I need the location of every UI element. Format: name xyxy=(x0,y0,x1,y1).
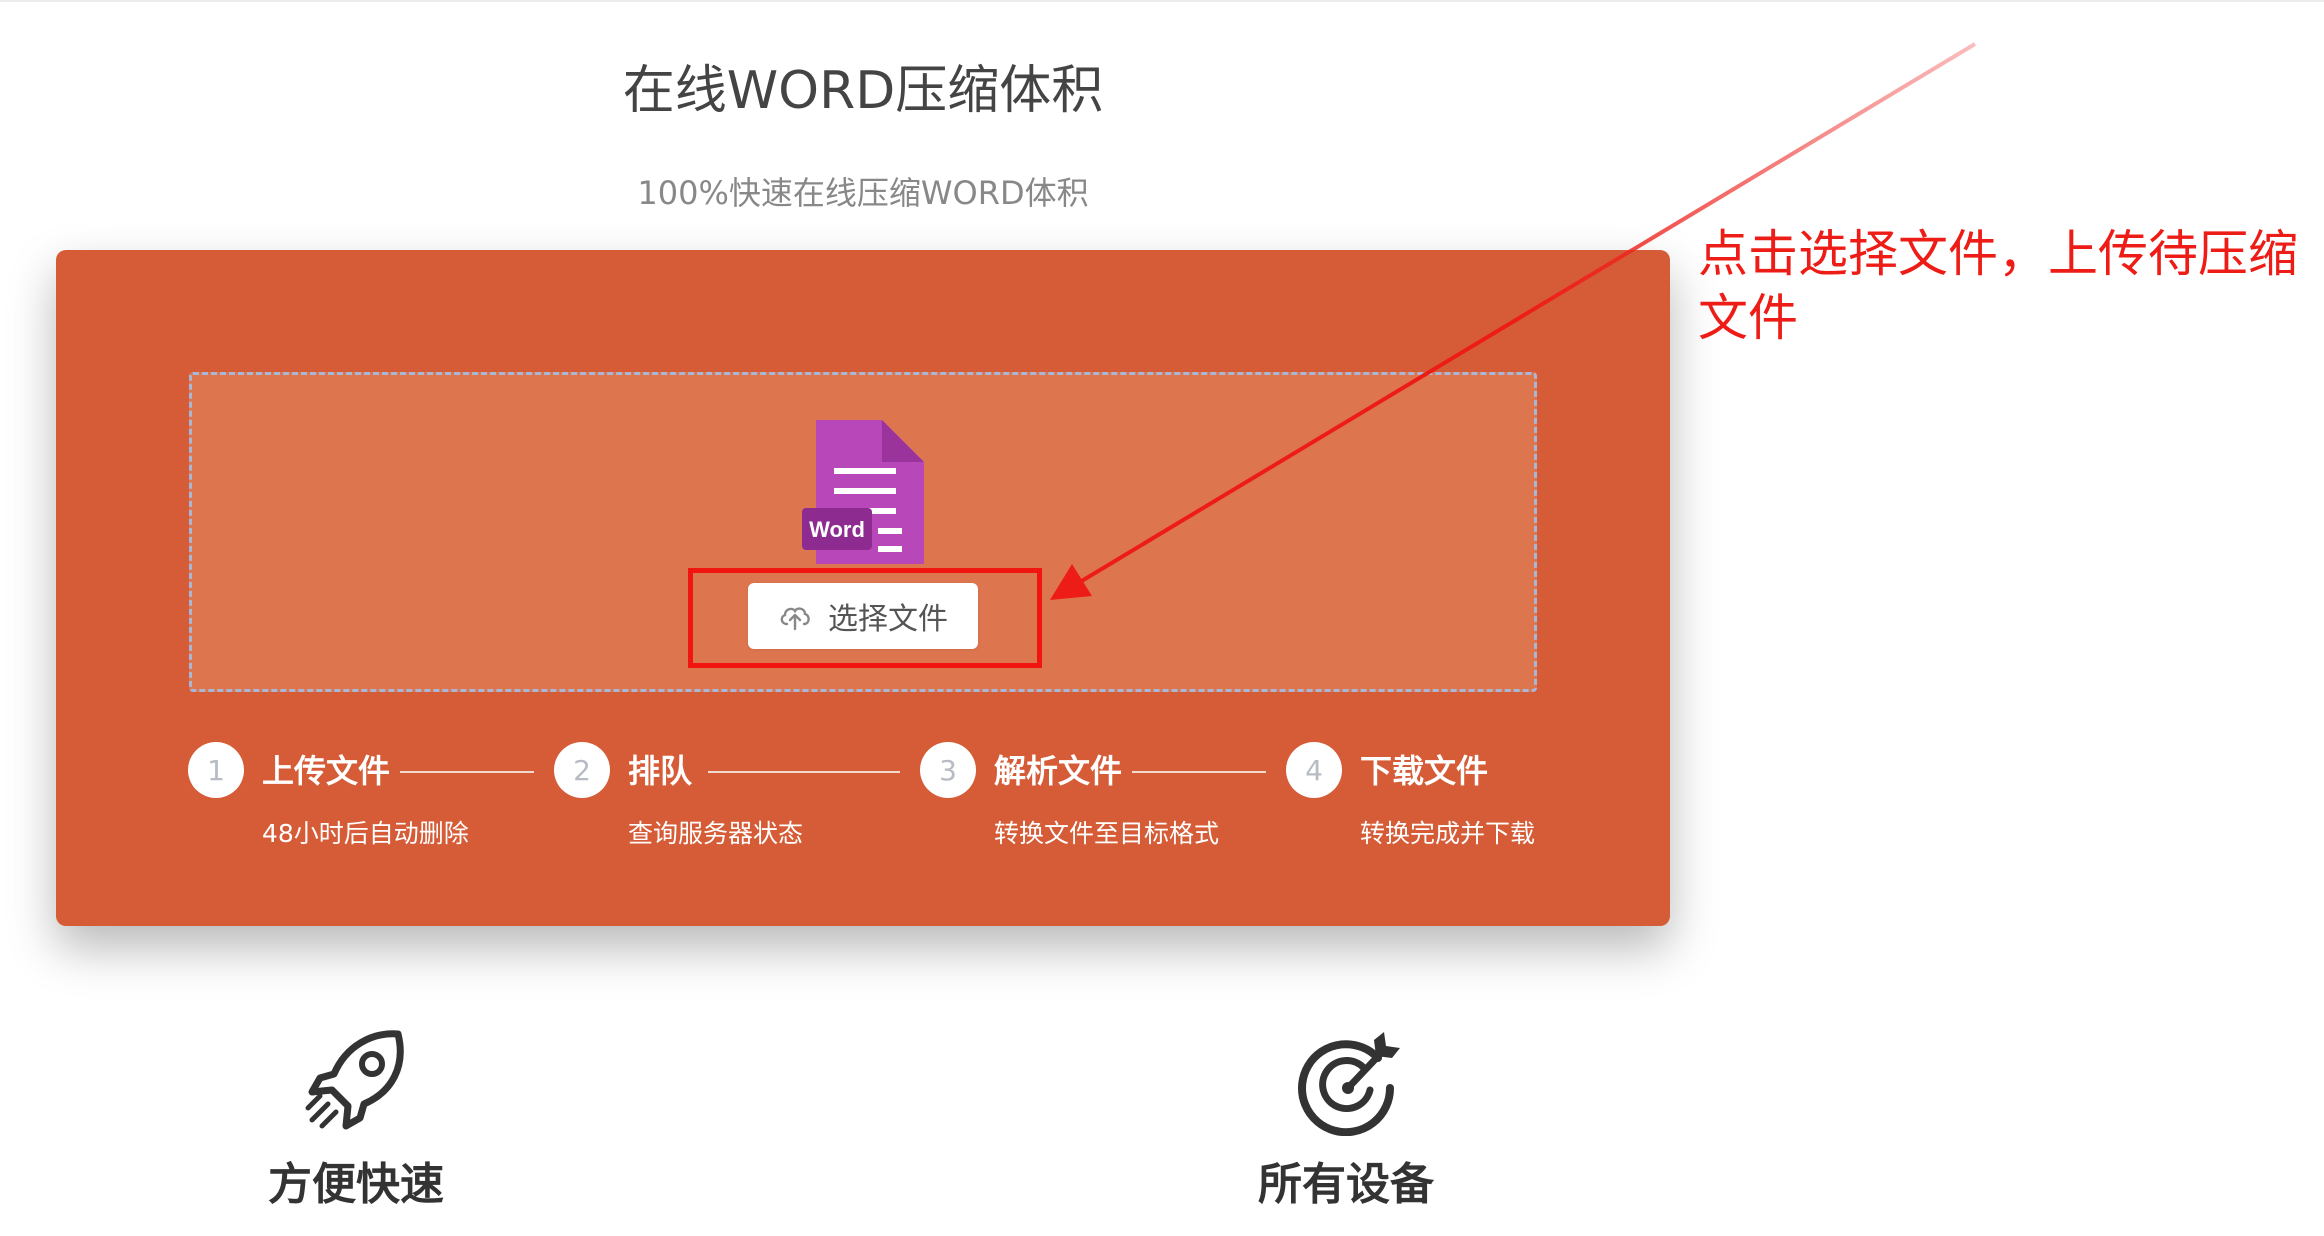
feature-label-fast: 方便快速 xyxy=(268,1159,444,1210)
step-title-parse: 解析文件 xyxy=(994,752,1123,790)
annotation-highlight-box xyxy=(688,568,1042,668)
step-title-upload: 上传文件 xyxy=(262,752,391,790)
step-connector-3 xyxy=(1132,771,1266,773)
step-desc-parse: 转换文件至目标格式 xyxy=(994,819,1220,848)
page: 在线WORD压缩体积 100%快速在线压缩WORD体积 Word 选择文件 1 … xyxy=(0,0,2324,1236)
word-document-icon: Word xyxy=(802,420,924,564)
file-type-badge: Word xyxy=(809,517,865,542)
step-number-2: 2 xyxy=(554,742,610,798)
rocket-icon xyxy=(305,1030,404,1130)
step-number-3: 3 xyxy=(920,742,976,798)
step-desc-queue: 查询服务器状态 xyxy=(628,819,804,848)
page-subtitle: 100%快速在线压缩WORD体积 xyxy=(637,174,1089,212)
annotation-text: 点击选择文件，上传待压缩文件 xyxy=(1698,225,2298,347)
step-number-4: 4 xyxy=(1286,742,1342,798)
step-title-download: 下载文件 xyxy=(1360,752,1489,790)
step-desc-upload: 48小时后自动删除 xyxy=(262,819,469,848)
step-connector-1 xyxy=(400,771,534,773)
step-desc-download: 转换完成并下载 xyxy=(1360,819,1536,848)
step-number-1: 1 xyxy=(188,742,244,798)
target-icon xyxy=(1298,1032,1400,1136)
step-connector-2 xyxy=(708,771,900,773)
page-title: 在线WORD压缩体积 xyxy=(622,61,1104,121)
step-title-queue: 排队 xyxy=(628,752,693,790)
top-divider xyxy=(0,0,2324,2)
feature-label-all-devices: 所有设备 xyxy=(1258,1159,1434,1210)
